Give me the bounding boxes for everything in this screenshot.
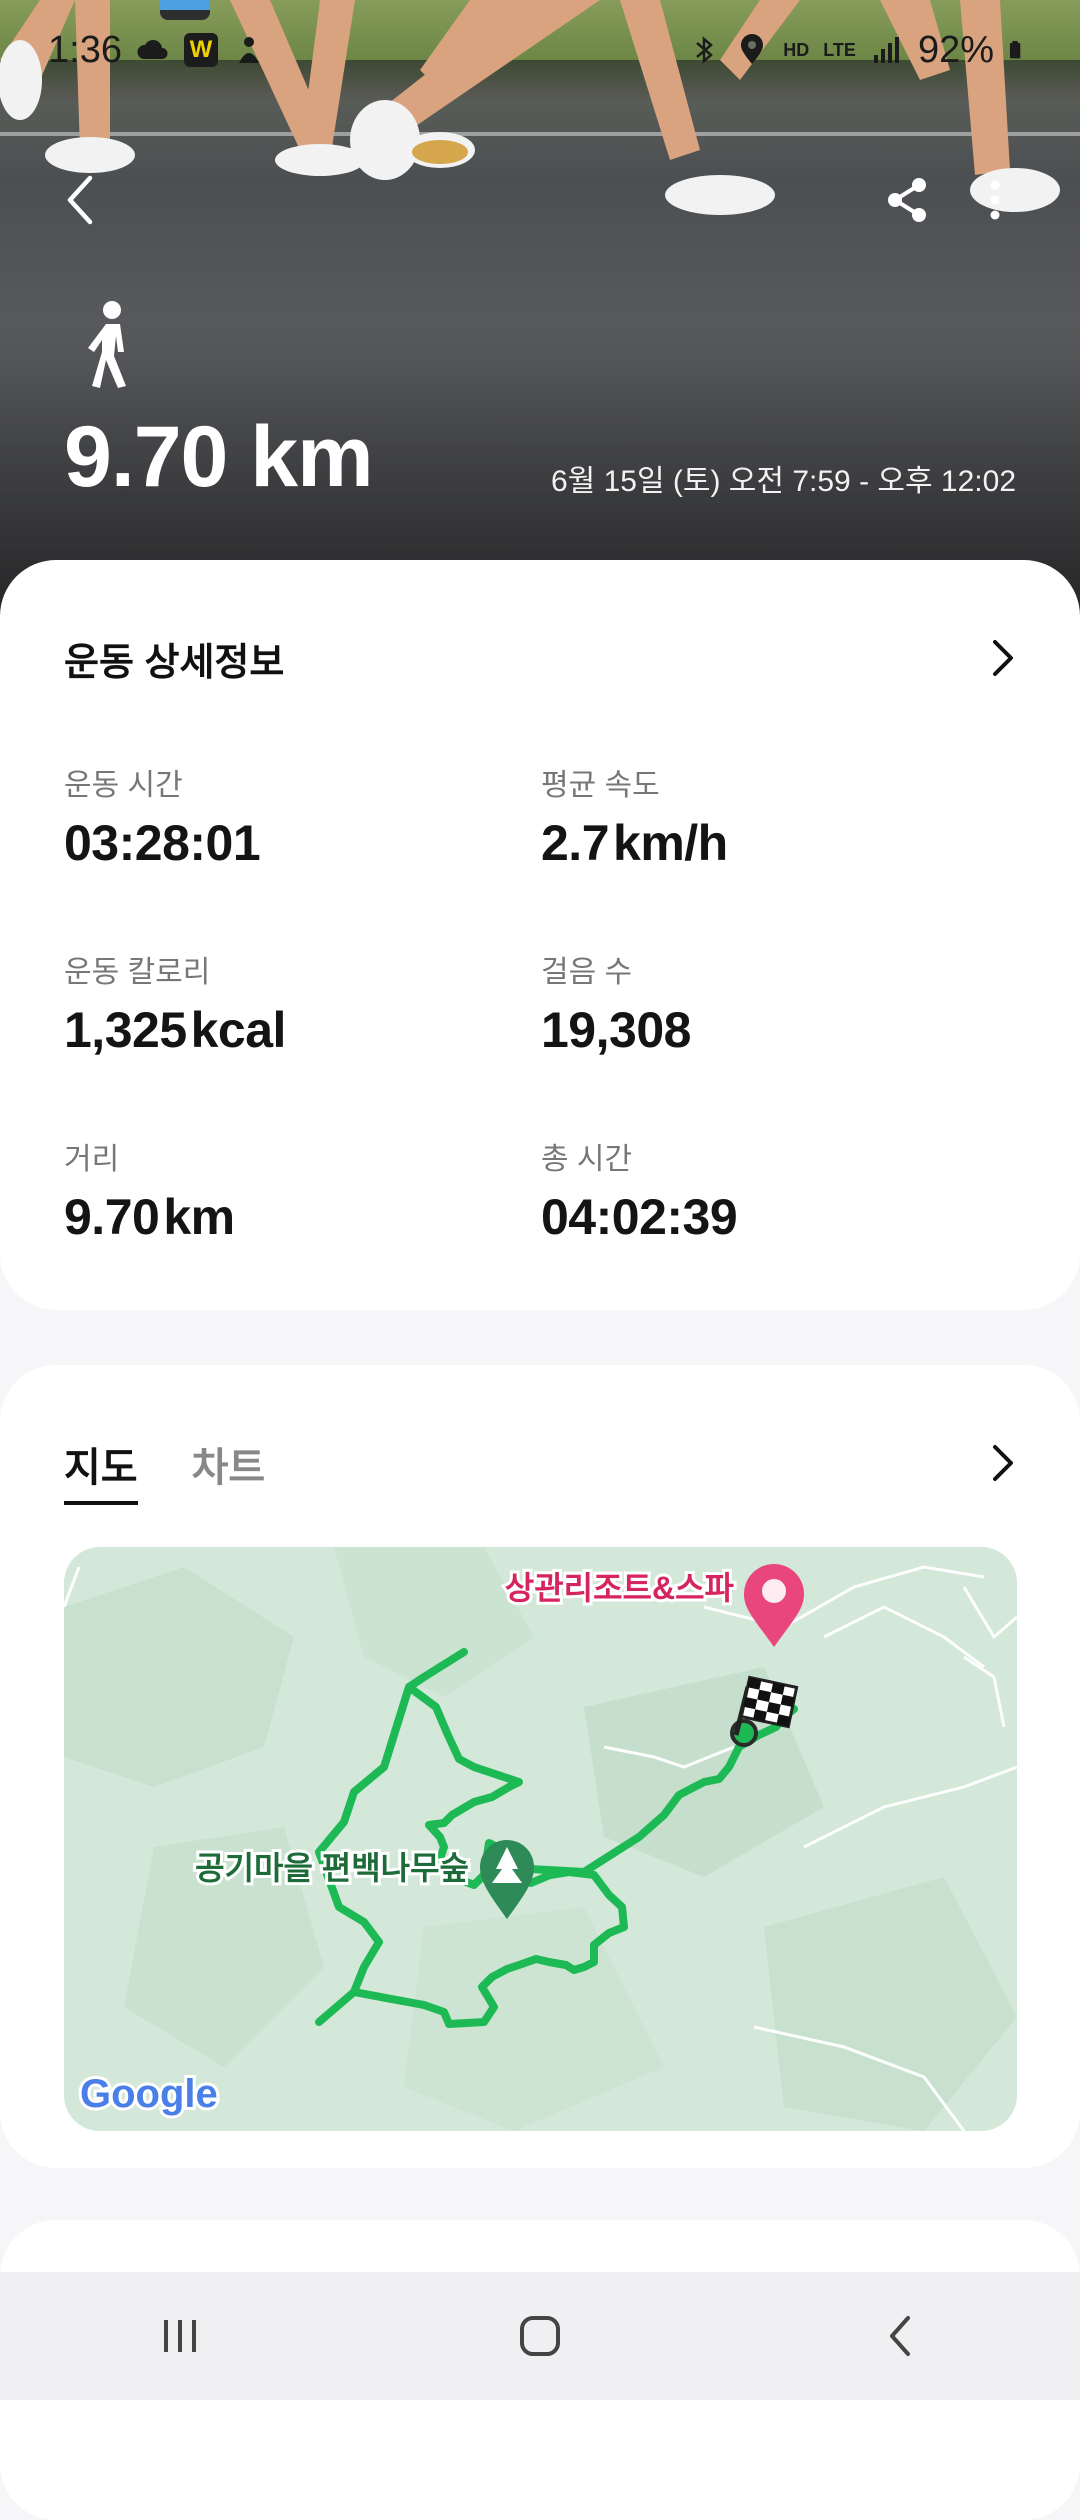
stat-label: 평균 속도 [541,769,660,802]
back-button[interactable] [40,160,120,240]
total-distance-title: 9.70 km [64,409,374,505]
stat-label: 총 시간 [541,1143,633,1176]
share-icon [888,178,926,222]
nav-back-button[interactable] [840,2286,960,2386]
stat-value: 03:28:01 [64,814,524,872]
stat-label: 걸음 수 [541,956,633,989]
status-left: 1:36 W [48,29,266,72]
stat-workout-time: 운동 시간 03:28:01 [64,760,524,872]
location-icon [741,34,764,64]
stat-number: 2.7 [541,815,610,871]
stat-label: 거리 [64,1143,120,1176]
details-more-button[interactable] [972,628,1032,688]
stat-number: 1,325 [64,1002,187,1058]
chevron-right-icon [993,640,1013,676]
stat-number: 9.70 [64,1189,160,1245]
stat-avg-speed: 평균 속도 2.7km/h [541,760,1001,872]
stat-unit: kcal [190,1002,287,1058]
share-button[interactable] [868,160,948,240]
home-button[interactable] [480,2286,600,2386]
status-bar: 1:36 W HD LTE 92% [0,0,1080,100]
bluetooth-icon [696,36,714,64]
battery-icon [1009,40,1021,59]
top-action-bar [0,160,1080,250]
person-notification-icon [238,37,259,63]
route-map[interactable]: 상관리조트&스파 공기마을 편백나무숲 Google [64,1547,1017,2131]
status-right: HD LTE 92% [687,29,1030,72]
stat-distance: 거리 9.70km [64,1134,524,1246]
details-title: 운동 상세정보 [64,641,285,684]
resort-label: 상관리조트&스파 [505,1570,735,1606]
stat-value: 9.70km [64,1188,524,1246]
chevron-right-icon [993,1445,1013,1481]
recent-apps-icon [164,2320,196,2352]
google-logo: Google [80,2072,218,2116]
stat-number: 03:28:01 [64,815,261,871]
home-icon [520,2316,560,2356]
tab-chart[interactable]: 차트 [192,1435,266,1505]
hd-voice-label: HD [783,40,810,60]
map-canvas: 상관리조트&스파 공기마을 편백나무숲 Google [64,1547,1017,2131]
workout-date-range: 6월 15일 (토) 오전 7:59 - 오후 12:02 [550,465,1016,498]
forest-label: 공기마을 편백나무숲 [195,1850,469,1886]
stat-value: 04:02:39 [541,1188,1001,1246]
hero-banner: 1:36 W HD LTE 92% 9.70 km 6월 15일 (토) 오전 … [0,0,1080,620]
status-time: 1:36 [48,28,122,71]
tab-map[interactable]: 지도 [64,1435,138,1505]
w-app-icon: W [183,33,218,67]
more-vertical-icon [990,180,1000,220]
details-header[interactable]: 운동 상세정보 [64,628,1032,688]
chevron-left-icon [67,175,93,225]
more-options-button[interactable] [955,160,1035,240]
stat-total-time: 총 시간 04:02:39 [541,1134,1001,1246]
system-nav-bar [0,2272,1080,2400]
chevron-left-icon [890,2316,910,2356]
walking-icon [88,301,126,388]
stat-label: 운동 시간 [64,769,183,802]
cloud-icon [137,40,168,59]
battery-percent: 92% [917,28,994,71]
map-chart-tabs: 지도 차트 [64,1435,265,1505]
stat-value: 2.7km/h [541,814,1001,872]
stat-number: 04:02:39 [541,1189,738,1245]
stat-value: 19,308 [541,1001,1001,1059]
stat-unit: km/h [613,815,728,871]
stat-label: 운동 칼로리 [64,956,211,989]
stat-calories: 운동 칼로리 1,325kcal [64,947,524,1059]
stat-steps: 걸음 수 19,308 [541,947,1001,1059]
workout-details-card: 운동 상세정보 운동 시간 03:28:01 평균 속도 2.7km/h 운동 … [0,560,1080,1310]
network-type-label: LTE [823,40,856,60]
route-map-card: 지도 차트 상관리조트&스파 공기마을 편백나무숲 Google [0,1365,1080,2168]
signal-icon [873,37,899,63]
stat-unit: km [163,1189,235,1245]
map-more-button[interactable] [972,1433,1032,1493]
stat-number: 19,308 [541,1002,691,1058]
recent-apps-button[interactable] [120,2286,240,2386]
stat-value: 1,325kcal [64,1001,524,1059]
